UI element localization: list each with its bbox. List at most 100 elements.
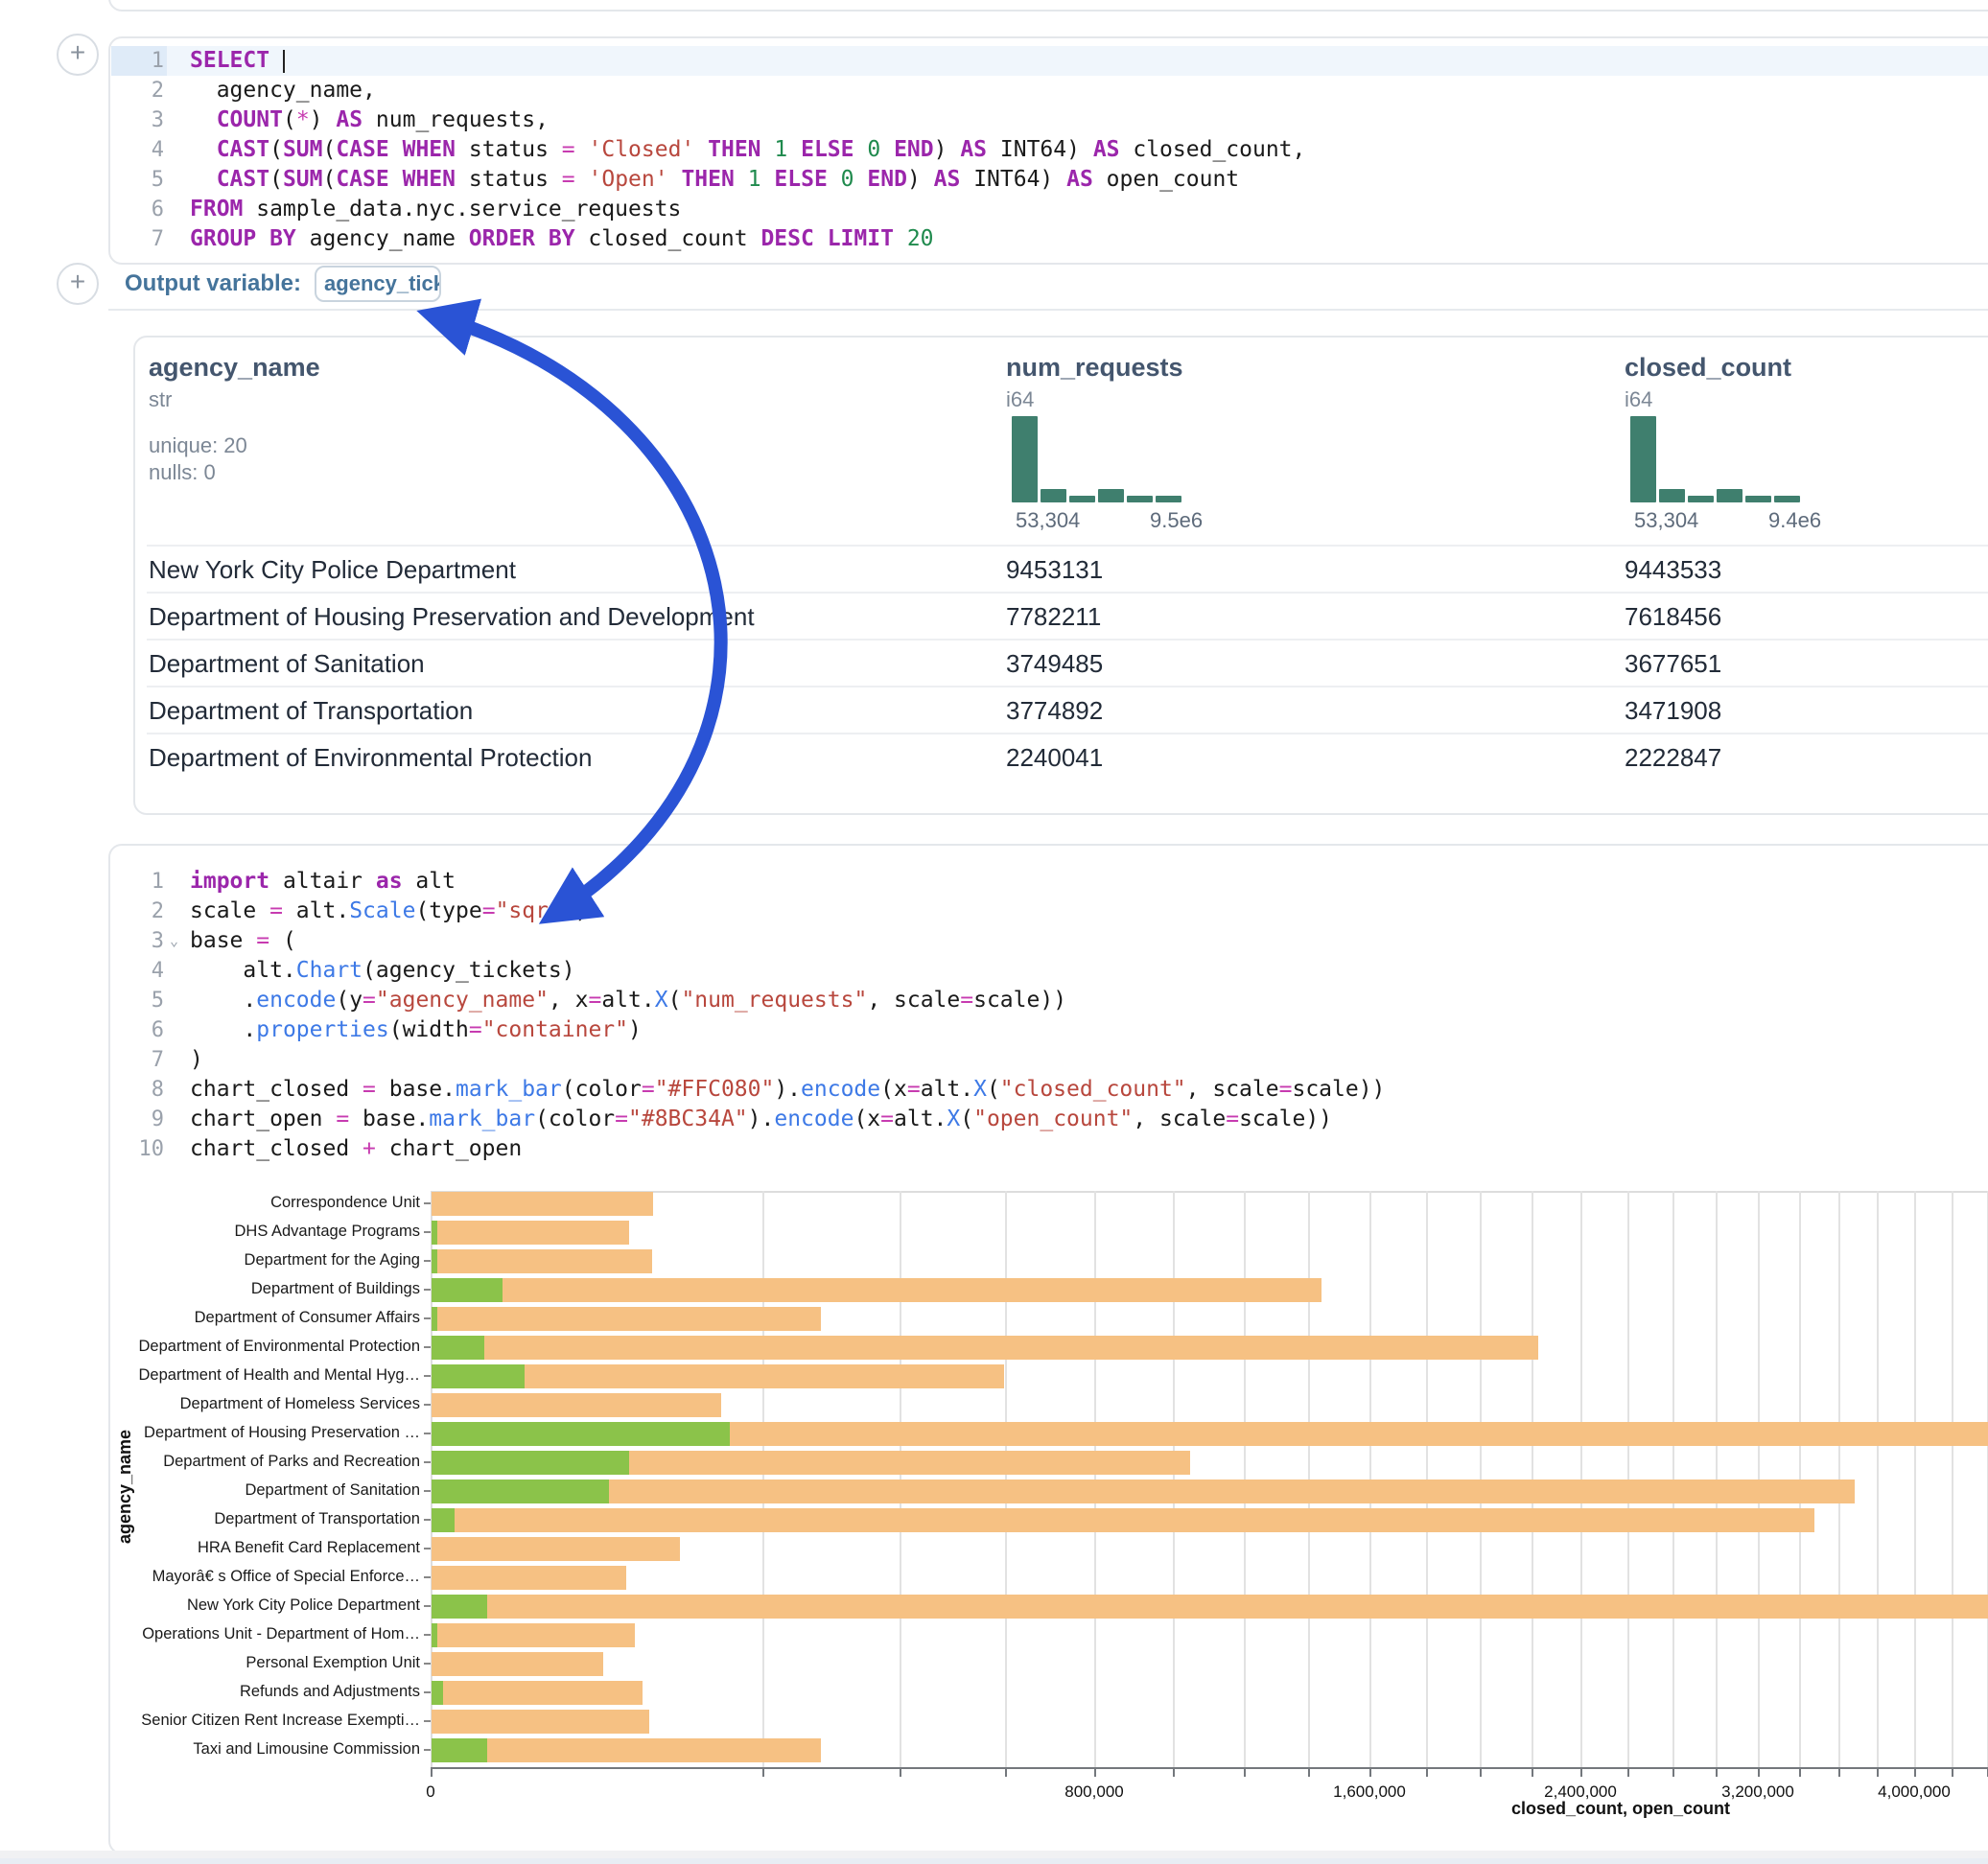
cell-agency-name: Department of Transportation xyxy=(149,687,473,734)
column-stats: unique: 20 xyxy=(149,433,247,458)
x-axis-tick xyxy=(1308,1769,1310,1777)
code-text: ) xyxy=(167,1045,1988,1075)
x-axis-tick xyxy=(1480,1769,1482,1777)
bar-open-count xyxy=(432,1480,609,1503)
code-text: chart_closed = base.mark_bar(color="#FFC… xyxy=(167,1075,1988,1105)
cell-num-requests: 9453131 xyxy=(1006,547,1103,594)
code-line[interactable]: 6 .properties(width="container") xyxy=(110,1015,1988,1045)
code-line[interactable]: 5 .encode(y="agency_name", x=alt.X("num_… xyxy=(110,986,1988,1015)
python-code-editor[interactable]: 1import altair as alt2scale = alt.Scale(… xyxy=(110,867,1988,1164)
y-axis-tick xyxy=(424,1289,431,1291)
cell-closed-count: 9443533 xyxy=(1625,547,1721,594)
code-line[interactable]: 2scale = alt.Scale(type="sqrt") xyxy=(110,897,1988,926)
code-line[interactable]: 3 COUNT(*) AS num_requests, xyxy=(110,105,1988,135)
output-variable-pill[interactable]: agency_tickets xyxy=(315,266,441,302)
code-line[interactable]: 3⌄base = ( xyxy=(110,926,1988,956)
column-header[interactable]: num_requests xyxy=(1006,353,1183,383)
y-axis-label: Department of Sanitation xyxy=(10,1481,420,1500)
line-number: 6 xyxy=(114,195,164,224)
y-axis-tick xyxy=(424,1749,431,1751)
table-row[interactable]: Department of Transportation377489234719… xyxy=(147,686,1988,734)
result-table: agency_namestrunique: 20nulls: 0num_requ… xyxy=(133,336,1988,815)
cell-agency-name: Department of Sanitation xyxy=(149,641,425,687)
code-text: import altair as alt xyxy=(167,867,1988,897)
x-axis-tick xyxy=(1716,1769,1718,1777)
line-number: 2 xyxy=(114,897,164,926)
code-line[interactable]: 4 alt.Chart(agency_tickets) xyxy=(110,956,1988,986)
sql-code-editor[interactable]: 1⌄SELECT 2 agency_name,3 COUNT(*) AS num… xyxy=(110,46,1988,254)
bar-open-count xyxy=(432,1221,437,1245)
histogram-bar xyxy=(1659,489,1685,502)
add-cell-button-top[interactable]: + xyxy=(57,34,99,76)
gridline xyxy=(1914,1191,1916,1767)
y-axis-label: Department for the Aging xyxy=(10,1251,420,1270)
y-axis-tick xyxy=(424,1461,431,1463)
column-type: i64 xyxy=(1006,387,1034,412)
y-axis-label: Refunds and Adjustments xyxy=(10,1683,420,1701)
table-row[interactable]: New York City Police Department945313194… xyxy=(147,545,1988,594)
table-row[interactable]: Department of Environmental Protection 22… xyxy=(147,733,1988,781)
sql-cell[interactable]: 1⌄SELECT 2 agency_name,3 COUNT(*) AS num… xyxy=(108,36,1988,265)
cell-closed-count: 2222847 xyxy=(1625,734,1721,781)
x-axis-tick xyxy=(1627,1769,1629,1777)
column-header[interactable]: agency_name xyxy=(149,353,320,383)
cell-num-requests: 3774892 xyxy=(1006,687,1103,734)
x-axis-tick xyxy=(1426,1769,1428,1777)
table-row[interactable]: Department of Housing Preservation and D… xyxy=(147,592,1988,641)
histogram-bar xyxy=(1069,496,1095,502)
column-histogram[interactable] xyxy=(1630,416,1800,502)
bar-closed-count xyxy=(432,1508,1814,1532)
code-text: alt.Chart(agency_tickets) xyxy=(167,956,1988,986)
code-line[interactable]: 9chart_open = base.mark_bar(color="#8BC3… xyxy=(110,1105,1988,1134)
y-axis-label: Senior Citizen Rent Increase Exempti… xyxy=(10,1712,420,1730)
y-axis-tick xyxy=(424,1691,431,1693)
code-line[interactable]: 2 agency_name, xyxy=(110,76,1988,105)
x-axis-tick xyxy=(1369,1769,1371,1777)
code-line[interactable]: 7GROUP BY agency_name ORDER BY closed_co… xyxy=(110,224,1988,254)
y-axis-tick xyxy=(424,1490,431,1492)
bar-open-count xyxy=(432,1738,487,1762)
y-axis-tick xyxy=(424,1202,431,1204)
y-axis-label: Department of Health and Mental Hyg… xyxy=(10,1366,420,1385)
histogram-bar xyxy=(1012,416,1038,502)
cell-agency-name: Department of Environmental Protection xyxy=(149,734,592,781)
code-line[interactable]: 7) xyxy=(110,1045,1988,1075)
histogram-bar xyxy=(1630,416,1656,502)
bar-closed-count xyxy=(432,1710,649,1734)
table-row[interactable]: Department of Sanitation37494853677651 xyxy=(147,639,1988,687)
previous-cell-edge xyxy=(108,0,1988,12)
code-line[interactable]: 6FROM sample_data.nyc.service_requests xyxy=(110,195,1988,224)
code-line[interactable]: 5 CAST(SUM(CASE WHEN status = 'Open' THE… xyxy=(110,165,1988,195)
y-axis-tick xyxy=(424,1605,431,1607)
x-axis-tick-label: 1,600,000 xyxy=(1333,1782,1406,1802)
bar-closed-count xyxy=(432,1652,603,1676)
add-cell-button-output[interactable]: + xyxy=(57,263,99,305)
next-section-edge xyxy=(0,1858,1988,1864)
bar-closed-count xyxy=(432,1249,652,1273)
line-number: 5 xyxy=(114,165,164,195)
column-header[interactable]: closed_count xyxy=(1625,353,1791,383)
code-line[interactable]: 1import altair as alt xyxy=(110,867,1988,897)
histogram-bar xyxy=(1717,489,1742,502)
chart-y-axis-title: agency_name xyxy=(115,1430,135,1544)
code-text: COUNT(*) AS num_requests, xyxy=(167,105,1988,135)
cell-num-requests: 7782211 xyxy=(1006,594,1101,641)
code-line[interactable]: 8chart_closed = base.mark_bar(color="#FF… xyxy=(110,1075,1988,1105)
x-axis-tick-label: 4,000,000 xyxy=(1878,1782,1951,1802)
column-histogram[interactable] xyxy=(1012,416,1181,502)
cell-closed-count: 7618456 xyxy=(1625,594,1721,641)
gridline xyxy=(1952,1191,1953,1767)
y-axis-label: Department of Consumer Affairs xyxy=(10,1309,420,1327)
code-line[interactable]: 4 CAST(SUM(CASE WHEN status = 'Closed' T… xyxy=(110,135,1988,165)
y-axis-label: DHS Advantage Programs xyxy=(10,1223,420,1241)
x-axis-tick xyxy=(431,1769,433,1777)
line-number: 4 xyxy=(114,135,164,165)
y-axis-label: Department of Parks and Recreation xyxy=(10,1453,420,1471)
x-axis-tick xyxy=(1758,1769,1760,1777)
x-axis-tick xyxy=(1914,1769,1916,1777)
y-axis-label: Personal Exemption Unit xyxy=(10,1654,420,1672)
line-number: 7 xyxy=(114,1045,164,1075)
code-line[interactable]: 10chart_closed + chart_open xyxy=(110,1134,1988,1164)
code-text: .encode(y="agency_name", x=alt.X("num_re… xyxy=(167,986,1988,1015)
code-line[interactable]: 1⌄SELECT xyxy=(110,46,1988,76)
